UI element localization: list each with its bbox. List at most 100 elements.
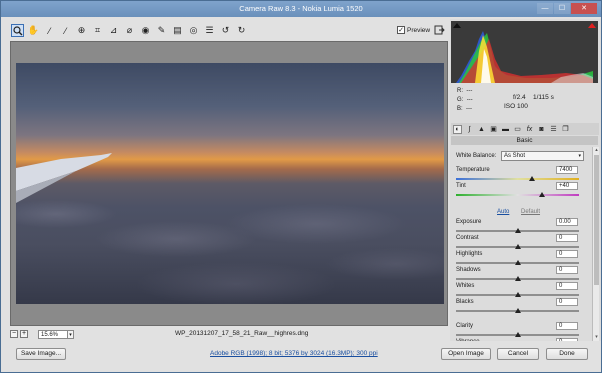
- spot-removal-icon: ⌀: [126, 25, 133, 35]
- graduated-filter-tool[interactable]: ▤: [171, 24, 184, 37]
- blacks-value-field[interactable]: 0: [556, 298, 578, 306]
- temperature-slider-row: Temperature 7400: [456, 166, 583, 183]
- image-canvas[interactable]: [10, 41, 448, 326]
- hand-tool[interactable]: ✋: [27, 24, 40, 37]
- basic-settings: White Balance: As Shot ▾ Auto Default Te…: [451, 147, 591, 341]
- exposure-slider-thumb[interactable]: [514, 228, 521, 233]
- highlight-clipping-icon[interactable]: [588, 23, 596, 28]
- zoom-tool[interactable]: [11, 24, 24, 37]
- b-readout: B: ---: [457, 106, 473, 112]
- done-button[interactable]: Done: [546, 348, 588, 360]
- default-link[interactable]: Default: [521, 209, 540, 215]
- straighten-tool[interactable]: ⊿: [107, 24, 120, 37]
- r-readout: R: ---: [457, 88, 473, 94]
- exposure-label: Exposure: [456, 219, 482, 225]
- zoom-level-field[interactable]: 15.6%: [38, 329, 68, 339]
- tab-snapshots[interactable]: ❐: [561, 125, 570, 134]
- tint-slider-thumb[interactable]: [539, 192, 546, 197]
- blacks-slider-thumb[interactable]: [514, 308, 521, 313]
- white-balance-icon: ⁄: [48, 25, 51, 36]
- clarity-label: Clarity: [456, 323, 474, 329]
- tab-tone-curve[interactable]: ∫: [465, 125, 474, 134]
- shadows-slider-thumb[interactable]: [514, 276, 521, 281]
- tab-camera-calibration[interactable]: ◙: [537, 125, 546, 134]
- tint-slider-track[interactable]: [456, 194, 579, 196]
- tone-curve-icon: ∫: [468, 125, 471, 133]
- color-sampler-tool[interactable]: ⁄: [59, 24, 72, 37]
- presets-icon: ☰: [550, 126, 557, 133]
- aperture-value: f/2.4: [513, 94, 526, 101]
- radial-filter-tool[interactable]: ◎: [187, 24, 200, 37]
- zoom-icon: [12, 25, 22, 35]
- close-button[interactable]: ✕: [571, 3, 597, 14]
- auto-link[interactable]: Auto: [497, 209, 509, 215]
- contrast-slider-thumb[interactable]: [514, 244, 521, 249]
- white-balance-tool[interactable]: ⁄: [43, 24, 56, 37]
- spot-removal-tool[interactable]: ⌀: [123, 24, 136, 37]
- radial-filter-icon: ◎: [189, 25, 198, 35]
- basic-icon: ◐: [455, 125, 460, 133]
- shadows-value-field[interactable]: 0: [556, 266, 578, 274]
- tint-value-field[interactable]: +40: [556, 182, 578, 190]
- scroll-up-icon[interactable]: ▴: [593, 147, 600, 154]
- workflow-options-link[interactable]: Adobe RGB (1998); 8 bit; 5376 by 3024 (1…: [210, 350, 378, 357]
- temperature-slider-track[interactable]: [456, 178, 579, 180]
- tab-fx[interactable]: fx: [525, 125, 534, 134]
- shadow-clipping-icon[interactable]: [453, 23, 461, 28]
- fullscreen-icon[interactable]: [434, 25, 445, 36]
- status-bar: − + 15.6% ▾ WP_20131207_17_58_21_Raw__hi…: [10, 328, 448, 340]
- camera-info: R: --- G: --- B: --- f/2.4 1/115 s ISO 1…: [451, 84, 598, 120]
- clarity-slider-row: Clarity 0: [456, 322, 583, 339]
- preview-image: [16, 63, 444, 304]
- rotate-ccw-icon: ↺: [221, 25, 230, 35]
- color-sampler-icon: ⁄: [64, 25, 67, 36]
- settings-scrollbar[interactable]: ▴ ▾: [592, 147, 599, 341]
- whites-slider-thumb[interactable]: [514, 292, 521, 297]
- whites-label: Whites: [456, 283, 475, 289]
- tab-basic[interactable]: ◐: [453, 124, 462, 134]
- exposure-value-field[interactable]: 0.00: [556, 218, 578, 226]
- contrast-value-field[interactable]: 0: [556, 234, 578, 242]
- vibrance-value-field[interactable]: 0: [556, 338, 578, 341]
- window-title: Camera Raw 8.3 - Nokia Lumia 1520: [239, 4, 363, 13]
- zoom-in-button[interactable]: +: [20, 330, 28, 338]
- straighten-icon: ⊿: [109, 25, 118, 35]
- scroll-down-icon[interactable]: ▾: [593, 334, 600, 341]
- clarity-slider-thumb[interactable]: [514, 332, 521, 337]
- whites-value-field[interactable]: 0: [556, 282, 578, 290]
- rotate-cw-tool[interactable]: ↻: [235, 24, 248, 37]
- zoom-out-button[interactable]: −: [10, 330, 18, 338]
- rotate-cw-icon: ↻: [237, 25, 246, 35]
- tab-hsl[interactable]: ▣: [489, 125, 498, 134]
- white-balance-select[interactable]: As Shot ▾: [501, 151, 584, 161]
- adjustment-brush-tool[interactable]: ✎: [155, 24, 168, 37]
- maximize-button[interactable]: ☐: [554, 3, 570, 14]
- highlights-slider-thumb[interactable]: [514, 260, 521, 265]
- open-image-button[interactable]: Open Image: [441, 348, 491, 360]
- tab-lens[interactable]: ▭: [513, 125, 522, 134]
- cancel-button[interactable]: Cancel: [497, 348, 539, 360]
- zoom-dropdown[interactable]: ▾: [68, 329, 74, 339]
- minimize-button[interactable]: —: [537, 3, 553, 14]
- window-controls: — ☐ ✕: [537, 3, 597, 14]
- tab-split-toning[interactable]: ▬: [501, 125, 510, 134]
- tab-detail[interactable]: ▲: [477, 125, 486, 134]
- crop-tool[interactable]: ⌗: [91, 24, 104, 37]
- rotate-ccw-tool[interactable]: ↺: [219, 24, 232, 37]
- targeted-adjustment-tool[interactable]: ⊕: [75, 24, 88, 37]
- scroll-thumb[interactable]: [594, 155, 599, 285]
- save-image-button[interactable]: Save Image...: [16, 348, 66, 360]
- temperature-slider-thumb[interactable]: [529, 176, 536, 181]
- white-balance-label: White Balance:: [456, 153, 497, 159]
- preferences-tool[interactable]: ☰: [203, 24, 216, 37]
- temperature-value-field[interactable]: 7400: [556, 166, 578, 174]
- tab-presets[interactable]: ☰: [549, 125, 558, 134]
- preview-toggle[interactable]: ✓ Preview: [397, 26, 430, 34]
- red-eye-tool[interactable]: ◉: [139, 24, 152, 37]
- lens-icon: ▭: [514, 126, 521, 133]
- vibrance-label: Vibrance: [456, 339, 480, 341]
- clarity-value-field[interactable]: 0: [556, 322, 578, 330]
- highlights-value-field[interactable]: 0: [556, 250, 578, 258]
- preview-checkbox[interactable]: ✓: [397, 26, 405, 34]
- shutter-value: 1/115 s: [533, 94, 554, 101]
